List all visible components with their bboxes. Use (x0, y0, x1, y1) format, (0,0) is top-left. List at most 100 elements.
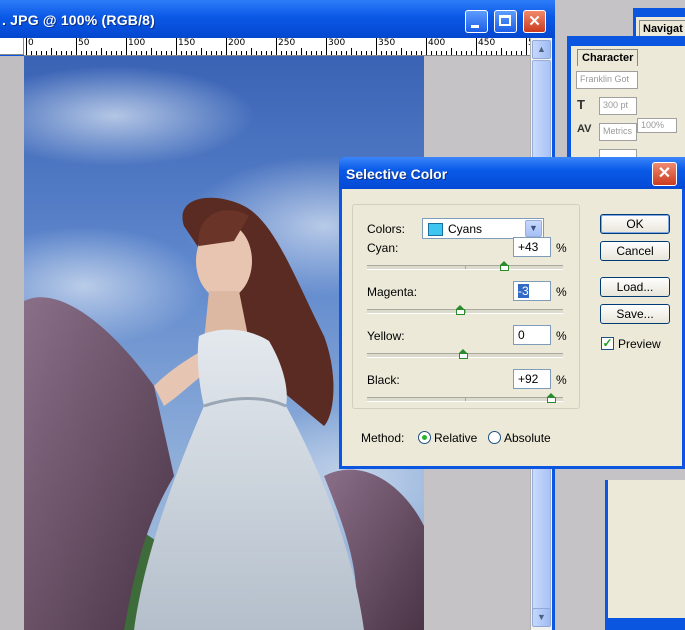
slider-track[interactable] (367, 265, 563, 270)
ruler-minor-tick (461, 51, 462, 55)
ruler-minor-tick (381, 51, 382, 55)
ruler-tick-label: 200 (228, 38, 246, 48)
ruler-minor-tick (191, 51, 192, 55)
slider-thumb[interactable] (547, 393, 557, 403)
ruler-corner (0, 38, 24, 55)
ruler-minor-tick (61, 51, 62, 55)
slider-value-text: 0 (518, 328, 525, 342)
ruler-minor-tick (511, 51, 512, 55)
font-size-field[interactable]: 300 pt (599, 97, 637, 115)
ruler-minor-tick (491, 51, 492, 55)
percent-sign: % (556, 373, 567, 387)
slider-thumb-body (547, 397, 557, 403)
minimize-button[interactable] (465, 10, 488, 33)
chevron-down-icon[interactable]: ▼ (525, 220, 542, 237)
ruler-tick-label: 0 (28, 38, 34, 48)
preview-label: Preview (618, 337, 661, 351)
font-family-field[interactable]: Franklin Got (576, 71, 638, 89)
maximize-icon (499, 15, 511, 26)
slider-value-input[interactable]: +92 (513, 369, 551, 389)
document-title-bar[interactable]: . JPG @ 100% (RGB/8) ✕ (0, 0, 555, 38)
ruler-minor-tick (101, 48, 102, 55)
ruler-minor-tick (521, 51, 522, 55)
method-label: Method: (361, 431, 405, 445)
vertical-ruler[interactable] (0, 56, 24, 630)
load-button[interactable]: Load... (600, 277, 670, 297)
ruler-minor-tick (311, 51, 312, 55)
ruler-minor-tick (131, 51, 132, 55)
ruler-minor-tick (146, 51, 147, 55)
ruler-minor-tick (431, 51, 432, 55)
maximize-button[interactable] (494, 10, 517, 33)
ruler-minor-tick (281, 51, 282, 55)
ruler-minor-tick (361, 51, 362, 55)
slider-track[interactable] (367, 397, 563, 402)
ruler-minor-tick (236, 51, 237, 55)
ruler-minor-tick (471, 51, 472, 55)
ok-button[interactable]: OK (600, 214, 670, 234)
navigator-zoom-field[interactable]: 100% (637, 118, 677, 133)
ruler-minor-tick (466, 51, 467, 55)
ruler-minor-tick (261, 51, 262, 55)
ruler-minor-tick (151, 48, 152, 55)
ruler-minor-tick (346, 51, 347, 55)
colors-select[interactable]: Cyans ▼ (422, 218, 544, 239)
horizontal-ruler[interactable]: 0501001502002503003504004505 (24, 38, 530, 56)
ruler-minor-tick (136, 51, 137, 55)
ruler-major-tick (226, 38, 227, 55)
ruler-tick-label: 250 (278, 38, 296, 48)
percent-sign: % (556, 285, 567, 299)
ruler-minor-tick (251, 48, 252, 55)
ruler-tick-label: 100 (128, 38, 146, 48)
ruler-minor-tick (141, 51, 142, 55)
navigator-tab[interactable]: Navigat (639, 20, 685, 37)
scroll-down-button[interactable]: ▼ (532, 608, 551, 627)
ruler-minor-tick (51, 48, 52, 55)
ruler-major-tick (426, 38, 427, 55)
ruler-minor-tick (241, 51, 242, 55)
ruler-minor-tick (301, 48, 302, 55)
ruler-minor-tick (356, 51, 357, 55)
slider-value-input[interactable]: -3 (513, 281, 551, 301)
dialog-title-bar[interactable]: Selective Color ✕ (339, 157, 685, 189)
close-button[interactable]: ✕ (523, 10, 546, 33)
ruler-tick-label: 50 (78, 38, 90, 48)
colors-value: Cyans (448, 222, 483, 236)
ruler-minor-tick (66, 51, 67, 55)
minimize-icon (471, 25, 479, 28)
ruler-minor-tick (331, 51, 332, 55)
character-tab[interactable]: Character (577, 49, 639, 66)
ruler-minor-tick (516, 51, 517, 55)
slider-thumb[interactable] (459, 349, 468, 359)
ruler-major-tick (76, 38, 77, 55)
slider-thumb-body (456, 309, 466, 315)
slider-center-tick (465, 309, 466, 313)
slider-thumb[interactable] (456, 305, 466, 315)
slider-label: Black: (367, 373, 400, 387)
lower-palette (605, 480, 685, 630)
slider-value-text: +43 (518, 240, 539, 254)
cancel-button[interactable]: Cancel (600, 241, 670, 261)
slider-value-input[interactable]: +43 (513, 237, 551, 257)
scroll-up-button[interactable]: ▲ (532, 40, 551, 59)
arrow-up-icon: ▲ (537, 44, 546, 54)
kerning-field[interactable]: Metrics (599, 123, 637, 141)
absolute-radio[interactable] (488, 431, 501, 444)
preview-checkbox[interactable]: ✓ (601, 337, 614, 350)
relative-radio[interactable] (418, 431, 431, 444)
slider-label: Cyan: (367, 241, 399, 255)
ruler-minor-tick (81, 51, 82, 55)
slider-center-tick (465, 397, 466, 401)
ruler-minor-tick (161, 51, 162, 55)
slider-value-text: -3 (518, 284, 529, 298)
ruler-minor-tick (31, 51, 32, 55)
ruler-minor-tick (116, 51, 117, 55)
save-button[interactable]: Save... (600, 304, 670, 324)
slider-value-input[interactable]: 0 (513, 325, 551, 345)
ruler-minor-tick (221, 51, 222, 55)
ruler-minor-tick (441, 51, 442, 55)
ruler-minor-tick (316, 51, 317, 55)
percent-sign: % (556, 241, 567, 255)
slider-thumb[interactable] (500, 261, 510, 271)
dialog-close-button[interactable]: ✕ (652, 162, 677, 186)
